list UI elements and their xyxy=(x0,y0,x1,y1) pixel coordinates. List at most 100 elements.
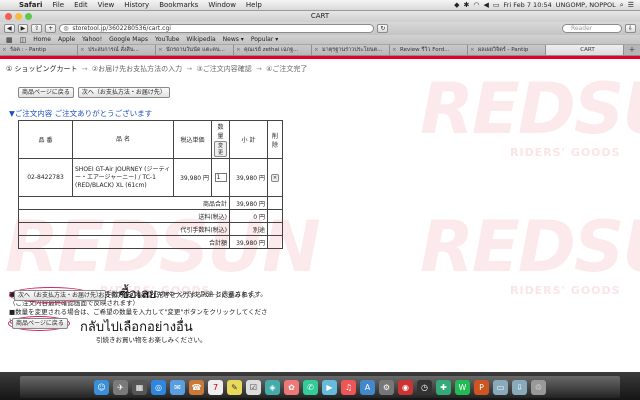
tab-0[interactable]: × ร้อค : - Pantip xyxy=(0,45,78,55)
summary-row: 合計額 39,980 円 xyxy=(18,235,283,249)
add-tab-icon[interactable]: + xyxy=(45,24,57,33)
back-to-product-button-bottom[interactable]: 商品ページに戻る xyxy=(12,318,68,329)
header-qty: 数 量 変更 xyxy=(211,120,230,159)
spotlight-icon[interactable]: ⌕ xyxy=(620,1,624,10)
dropbox-icon[interactable]: ◆ xyxy=(454,1,459,9)
menu-help[interactable]: Help xyxy=(241,1,267,9)
header-delete: 削除 xyxy=(267,120,283,159)
menu-file[interactable]: File xyxy=(47,1,69,9)
address-bar[interactable]: ◎ storetool.jp/3602280536/cart.cgi xyxy=(59,24,375,33)
bookmark-youtube[interactable]: YouTube xyxy=(155,36,179,43)
tab-1[interactable]: × ประสบการณ์ สั่งสิน... xyxy=(78,45,156,55)
bookmark-news[interactable]: News ▾ xyxy=(223,36,244,43)
tab-label: คุณเรย์ zethai เฉกฐ... xyxy=(244,47,299,53)
tab-3[interactable]: × คุณเรย์ zethai เฉกฐ... xyxy=(234,45,312,55)
bookmark-google-maps[interactable]: Google Maps xyxy=(109,36,148,43)
tab-4[interactable]: × มาตุรฐานร่าวประโยนต... xyxy=(312,45,390,55)
search-field[interactable]: Reader xyxy=(561,24,622,33)
close-tab-icon[interactable]: × xyxy=(80,45,85,55)
battery-icon[interactable]: ▭ xyxy=(493,1,500,9)
item-subtotal: 39,980 円 xyxy=(229,158,268,197)
bookmark-yahoo[interactable]: Yahoo! xyxy=(82,36,102,43)
minimize-window-icon[interactable] xyxy=(15,13,22,20)
contacts-icon[interactable]: ☎ xyxy=(189,379,204,395)
close-tab-icon[interactable]: × xyxy=(470,45,475,55)
menu-history[interactable]: History xyxy=(119,1,154,9)
next-payment-button[interactable]: 次へ（お支払方法・お届け先） xyxy=(77,87,170,98)
reading-list-icon[interactable]: ◫ xyxy=(20,36,27,44)
next-payment-button-bottom[interactable]: 次へ（お支払方法・お届け先） xyxy=(14,290,107,301)
system-preferences-icon[interactable]: ⚙ xyxy=(379,379,394,395)
close-window-icon[interactable] xyxy=(5,13,12,20)
app-store-icon[interactable]: A xyxy=(360,379,375,395)
bookmark-home[interactable]: Home xyxy=(33,36,51,43)
menubar-status-area: ◆ ✱ ◠ ◀ ▭ Fri Feb 7 10:54 UNGOMP, NOPPOL… xyxy=(454,1,640,10)
mail-icon[interactable]: ✉ xyxy=(170,379,185,395)
powerpoint-icon[interactable]: P xyxy=(474,379,489,395)
launchpad-icon[interactable]: ✈ xyxy=(113,379,128,395)
bookmark-wikipedia[interactable]: Wikipedia xyxy=(186,36,215,43)
trash-icon[interactable]: ♲ xyxy=(531,379,546,395)
finder-icon[interactable]: ☺ xyxy=(94,379,109,395)
safari-icon[interactable]: ◎ xyxy=(151,379,166,395)
menu-app-name[interactable]: Safari xyxy=(14,1,47,9)
summary-row: 商品合計 39,980 円 xyxy=(18,196,283,210)
close-tab-icon[interactable]: × xyxy=(158,45,163,55)
menu-view[interactable]: View xyxy=(93,1,120,9)
back-to-product-button[interactable]: 商品ページに戻る xyxy=(18,87,74,98)
notification-center-icon[interactable]: ☰ xyxy=(628,1,634,9)
close-tab-icon[interactable]: × xyxy=(236,45,241,55)
watermark-logo: REDSUN xyxy=(420,68,640,150)
delete-item-button[interactable]: × xyxy=(270,174,280,182)
share-icon[interactable]: ⇧ xyxy=(31,24,43,33)
notes-icon[interactable]: ✎ xyxy=(227,379,242,395)
mission-control-icon[interactable]: ▦ xyxy=(132,379,147,395)
search-placeholder: Reader xyxy=(570,25,593,32)
tab-7-active[interactable]: CART xyxy=(546,45,624,55)
photo-booth-icon[interactable]: ◉ xyxy=(398,379,413,395)
volume-icon[interactable]: ◀ xyxy=(483,1,488,9)
menu-edit[interactable]: Edit xyxy=(69,1,93,9)
menu-window[interactable]: Window xyxy=(203,1,241,9)
new-tab-icon[interactable]: + xyxy=(624,45,640,55)
menubar-clock[interactable]: Fri Feb 7 10:54 xyxy=(503,1,551,9)
summary-value: 0 円 xyxy=(229,209,268,223)
reload-icon[interactable]: ↻ xyxy=(377,24,389,33)
step-confirm: ③ご注文内容確認 xyxy=(196,65,252,73)
zoom-window-icon[interactable] xyxy=(25,13,32,20)
menubar-user[interactable]: UNGOMP, NOPPOL xyxy=(556,1,616,9)
close-tab-icon[interactable]: × xyxy=(392,45,397,55)
downloads-folder-icon[interactable]: ⇩ xyxy=(512,379,527,395)
top-sites-icon[interactable]: ▦ xyxy=(6,36,13,44)
calendar-icon[interactable]: 7 xyxy=(208,379,223,395)
bluetooth-icon[interactable]: ✱ xyxy=(463,1,469,9)
line-icon[interactable]: ✚ xyxy=(436,379,451,395)
tab-6[interactable]: × ผลเผยวิจิตร์ - Pantip xyxy=(468,45,546,55)
time-machine-icon[interactable]: ◷ xyxy=(417,379,432,395)
tab-label: CART xyxy=(580,47,595,53)
change-qty-button[interactable]: 変更 xyxy=(214,141,227,157)
checkout-steps: ① ショッピングカート → ②お届け先お支払方法の入力 → ③ご注文内容確認 →… xyxy=(6,64,309,74)
header-subtotal: 小 計 xyxy=(229,120,268,159)
bookmark-popular[interactable]: Popular ▾ xyxy=(251,36,278,43)
downloads-icon[interactable]: ⇩ xyxy=(624,24,636,33)
messages-icon[interactable]: ✆ xyxy=(303,379,318,395)
menu-bookmarks[interactable]: Bookmarks xyxy=(154,1,203,9)
reminders-icon[interactable]: ☑ xyxy=(246,379,261,395)
quantity-input[interactable]: 1 xyxy=(214,173,227,182)
header-qty-label: 数 量 xyxy=(217,124,224,140)
folder-icon[interactable]: ▭ xyxy=(493,379,508,395)
itunes-icon[interactable]: ♫ xyxy=(341,379,356,395)
forward-icon[interactable]: ▶ xyxy=(17,24,29,33)
bookmark-apple[interactable]: Apple xyxy=(58,36,75,43)
tab-2[interactable]: × นักรถานวันนัด แตะคน... xyxy=(156,45,234,55)
close-tab-icon[interactable]: × xyxy=(314,45,319,55)
maps-icon[interactable]: ◈ xyxy=(265,379,280,395)
close-tab-icon[interactable]: × xyxy=(2,45,7,55)
wifi-icon[interactable]: ◠ xyxy=(473,1,479,9)
back-icon[interactable]: ◀ xyxy=(4,24,15,33)
photos-icon[interactable]: ✿ xyxy=(284,379,299,395)
facetime-icon[interactable]: ▶ xyxy=(322,379,337,395)
word-icon[interactable]: W xyxy=(455,379,470,395)
tab-5[interactable]: × Review รีวิว Ford... xyxy=(390,45,468,55)
